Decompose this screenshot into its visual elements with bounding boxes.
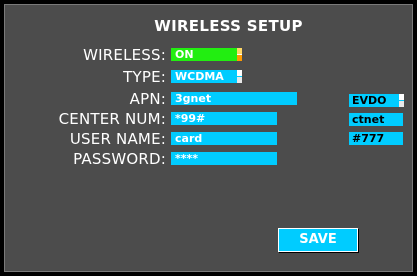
center-num-label: CENTER NUM: — [58, 110, 166, 128]
wireless-toggle[interactable]: ON — [171, 48, 237, 61]
apn-field[interactable]: 3gnet — [171, 92, 297, 105]
wireless-spinner-icon[interactable] — [237, 48, 242, 61]
apn-label: APN: — [129, 90, 166, 108]
type-label: TYPE: — [123, 68, 166, 86]
evdo-type-select[interactable]: EVDO — [349, 94, 399, 107]
type-select[interactable]: WCDMA — [171, 70, 237, 83]
evdo-spinner-icon[interactable] — [399, 94, 404, 107]
password-field[interactable]: **** — [171, 152, 277, 165]
user-name-field[interactable]: card — [171, 132, 277, 145]
evdo-apn-field[interactable]: ctnet — [349, 113, 403, 126]
user-name-label: USER NAME: — [69, 130, 166, 148]
type-spinner-icon[interactable] — [237, 70, 242, 83]
password-label: PASSWORD: — [73, 150, 166, 168]
wireless-label: WIRELESS: — [83, 46, 166, 64]
page-title: WIRELESS SETUP — [154, 17, 303, 35]
evdo-center-num-field[interactable]: #777 — [349, 132, 403, 145]
save-button[interactable]: SAVE — [278, 228, 358, 252]
center-num-field[interactable]: *99# — [171, 112, 277, 125]
wireless-setup-screen: WIRELESS SETUP WIRELESS: ON TYPE: WCDMA … — [4, 4, 413, 272]
